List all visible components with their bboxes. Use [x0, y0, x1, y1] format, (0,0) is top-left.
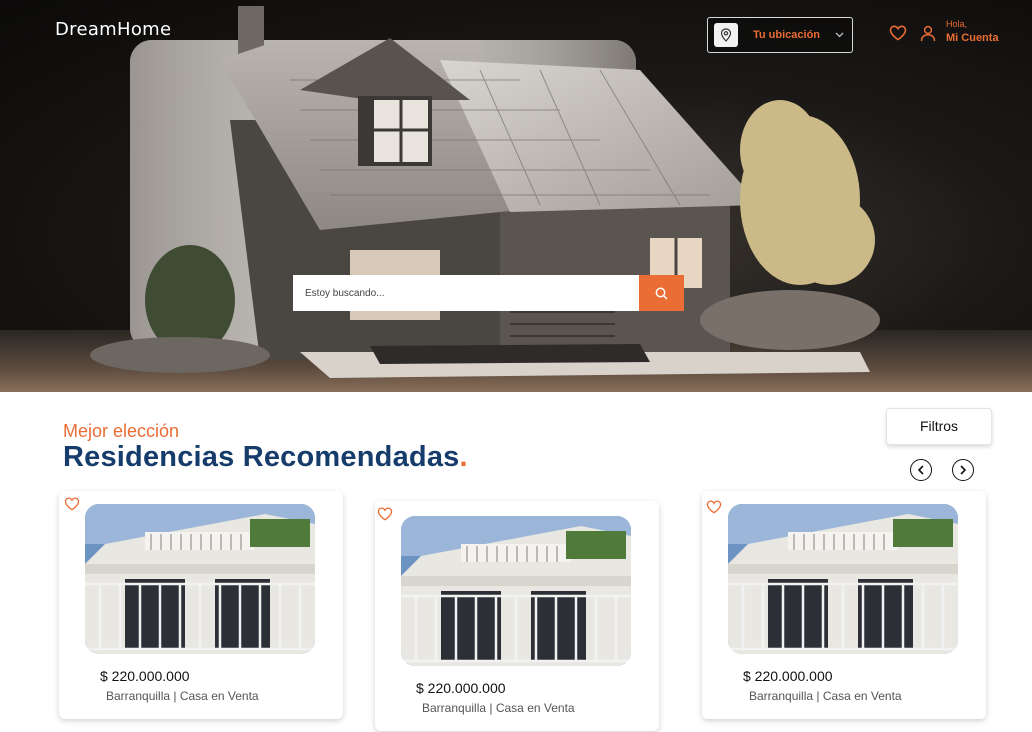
house-illustration	[90, 6, 880, 378]
section-title-dot: .	[459, 441, 468, 473]
carousel-next-button[interactable]	[952, 459, 974, 481]
listing-photo[interactable]	[728, 504, 958, 654]
carousel-prev-button[interactable]	[910, 459, 932, 481]
house-photo-image	[728, 504, 958, 654]
search-bar	[293, 275, 684, 311]
listing-price: $ 220.000.000	[743, 668, 833, 684]
user-icon[interactable]	[920, 25, 936, 47]
search-input[interactable]	[293, 275, 639, 311]
location-selector[interactable]: Tu ubicación	[707, 17, 853, 53]
listing-meta: Barranquilla | Casa en Venta	[422, 701, 575, 715]
page: DreamHome Tu ubicación Hola, Mi Cuenta E…	[0, 0, 1032, 732]
listing-meta: Barranquilla | Casa en Venta	[749, 689, 902, 703]
search-icon	[655, 287, 668, 300]
listing-type: Casa en Venta	[822, 689, 902, 703]
map-pin-icon	[714, 23, 738, 47]
chevron-down-icon	[835, 32, 844, 38]
section-eyebrow: Mejor elección	[63, 421, 180, 441]
listing-price: $ 220.000.000	[416, 680, 506, 696]
location-label: Tu ubicación	[753, 29, 821, 41]
listing-price: $ 220.000.000	[100, 668, 190, 684]
listing-card[interactable]: $ 220.000.000 Barranquilla | Casa en Ven…	[375, 501, 659, 731]
section-title: Residencias Recomendadas.	[63, 441, 468, 474]
house-photo-image	[85, 504, 315, 654]
heart-icon[interactable]	[889, 25, 907, 46]
house-photo-image	[401, 516, 631, 666]
listing-meta: Barranquilla | Casa en Venta	[106, 689, 259, 703]
favorite-heart-icon[interactable]	[377, 507, 393, 526]
listing-card[interactable]: $ 220.000.000 Barranquilla | Casa en Ven…	[702, 491, 986, 719]
listing-location: Barranquilla	[422, 701, 487, 715]
search-button[interactable]	[639, 275, 684, 311]
chevron-left-icon	[917, 465, 925, 475]
account-link[interactable]: Mi Cuenta	[946, 32, 999, 45]
listing-photo[interactable]	[401, 516, 631, 666]
account-greeting: Hola, Mi Cuenta	[946, 19, 999, 45]
listing-type: Casa en Venta	[495, 701, 575, 715]
hero-banner: DreamHome Tu ubicación Hola, Mi Cuenta	[0, 0, 1032, 392]
listing-location: Barranquilla	[106, 689, 171, 703]
logo[interactable]: DreamHome	[55, 19, 171, 40]
filters-button[interactable]: Filtros	[886, 408, 992, 445]
favorite-heart-icon[interactable]	[706, 500, 722, 519]
chevron-right-icon	[959, 465, 967, 475]
listing-location: Barranquilla	[749, 689, 814, 703]
favorite-heart-icon[interactable]	[64, 497, 80, 516]
greeting-text: Hola,	[946, 19, 968, 29]
listing-card[interactable]: $ 220.000.000 Barranquilla | Casa en Ven…	[59, 491, 343, 719]
section-title-text: Residencias Recomendadas	[63, 441, 460, 473]
listing-photo[interactable]	[85, 504, 315, 654]
listing-type: Casa en Venta	[179, 689, 259, 703]
